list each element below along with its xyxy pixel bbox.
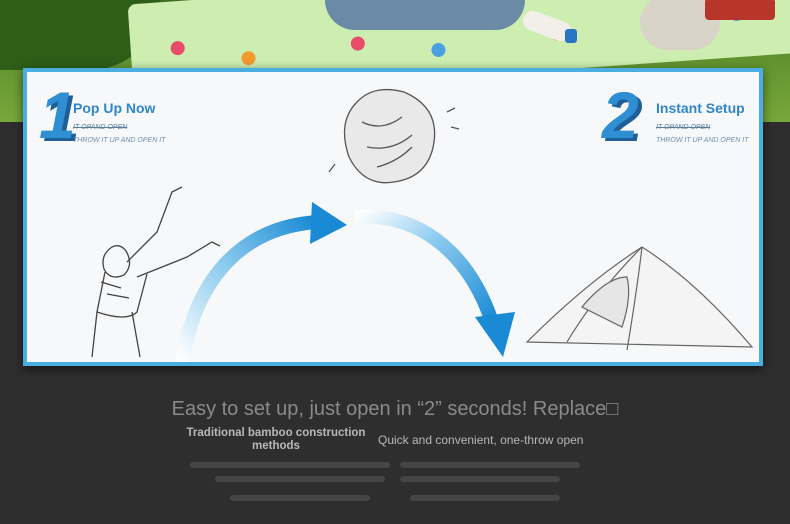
blurred-text-line — [230, 495, 370, 501]
person-legs — [325, 0, 525, 30]
blurred-text-line — [400, 462, 580, 468]
step-subtitle: IT OPAND OPEN — [73, 124, 128, 131]
headline: Easy to set up, just open in “2” seconds… — [171, 398, 619, 420]
step-caption: THROW IT UP AND OPEN IT — [73, 137, 166, 144]
step-subtitle: IT OPAND OPEN — [656, 124, 711, 131]
step-number: 2 — [602, 78, 639, 152]
feature-quick-open: Quick and convenient, one-throw open — [378, 433, 584, 447]
throw-arrow-head — [310, 202, 347, 244]
bottle-cap — [565, 29, 577, 43]
folded-tent-sketch — [328, 88, 460, 184]
step-title: Instant Setup — [656, 100, 745, 116]
step-number: 1 — [39, 78, 76, 152]
step-caption: THROW IT UP AND OPEN IT — [656, 137, 749, 144]
person-sketch — [91, 186, 221, 358]
blurred-text-line — [215, 476, 385, 482]
tent-sketch — [525, 246, 754, 351]
blurred-text-line — [190, 462, 390, 468]
blurred-text-line — [400, 476, 560, 482]
product-banner: 1 Pop Up Now IT OPAND OPEN THROW IT UP A… — [0, 0, 790, 524]
open-arrow — [354, 209, 499, 325]
open-arrow-head — [475, 312, 515, 357]
blurred-text-line — [410, 495, 560, 501]
red-cushion — [705, 0, 775, 20]
throw-arrow — [175, 215, 318, 362]
step-title: Pop Up Now — [73, 100, 156, 116]
feature-traditional: Traditional bamboo construction methods — [186, 427, 366, 452]
setup-illustration-panel: 1 Pop Up Now IT OPAND OPEN THROW IT UP A… — [23, 68, 763, 366]
